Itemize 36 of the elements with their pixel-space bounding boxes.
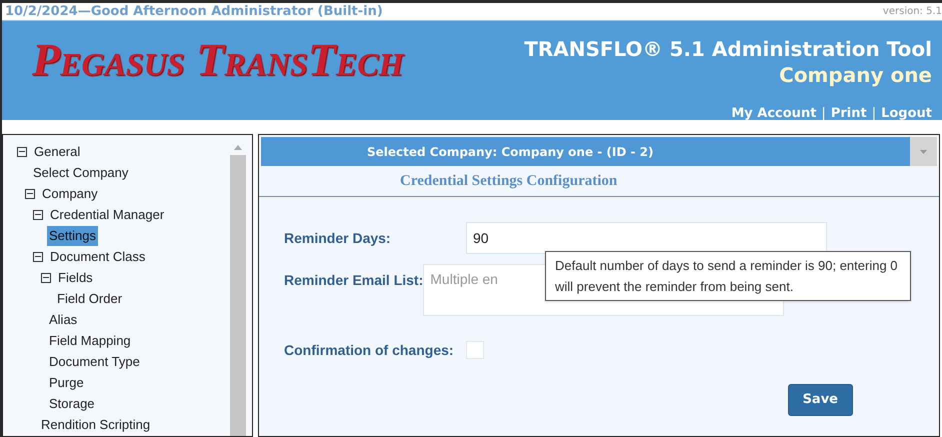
tree-item[interactable]: Company: [40, 184, 100, 204]
field-label: Reminder Days:: [284, 228, 392, 248]
save-button[interactable]: Save: [788, 384, 853, 416]
tree-item[interactable]: General: [32, 142, 82, 162]
company-bar-text: Selected Company: Company one - (ID - 2): [367, 144, 654, 160]
checkbox[interactable]: [466, 341, 484, 359]
field-label: Reminder Email List:: [284, 272, 424, 288]
company-name: Company one: [779, 62, 932, 88]
tree-item[interactable]: Alias: [47, 310, 80, 330]
tree-item[interactable]: Select Company: [31, 162, 130, 182]
input-field[interactable]: 90: [466, 222, 827, 254]
collapse-icon[interactable]: [41, 272, 51, 282]
collapse-icon[interactable]: [25, 188, 35, 198]
tree-item[interactable]: Field Mapping: [47, 330, 133, 350]
tree-item[interactable]: Rendition Scripting: [39, 414, 152, 434]
collapse-icon[interactable]: [17, 146, 27, 156]
collapse-icon[interactable]: [33, 210, 43, 220]
tooltip: Default number of days to send a reminder is 90; entering 0 will prevent the reminder from being sent.: [545, 251, 911, 301]
tree-item[interactable]: Field Order: [55, 288, 124, 308]
app-title: TRANSFLO® 5.1 Administration Tool: [524, 36, 932, 62]
field-label: Confirmation of changes:: [284, 340, 455, 360]
tree-item[interactable]: Storage: [47, 394, 97, 414]
caret-icon: [920, 150, 927, 154]
link-separator: |: [821, 105, 826, 123]
collapse-icon[interactable]: [33, 252, 43, 262]
logo: Pegasus TransTech: [32, 34, 404, 85]
link-separator: |: [872, 105, 876, 123]
tree-item[interactable]: Credential Manager: [48, 204, 166, 224]
greeting-text: 10/2/2024—Good Afternoon Administrator (Built-in): [5, 2, 383, 21]
tree-item[interactable]: Document Type: [47, 352, 142, 372]
section-title: Credential Settings Configuration: [400, 172, 618, 190]
tree-item[interactable]: Settings: [47, 226, 98, 246]
tree-item[interactable]: Fields: [56, 268, 95, 288]
version-text: version: 5.1: [882, 5, 942, 19]
tree-item[interactable]: Purge: [47, 372, 86, 392]
tree-item[interactable]: Document Class: [48, 246, 148, 266]
